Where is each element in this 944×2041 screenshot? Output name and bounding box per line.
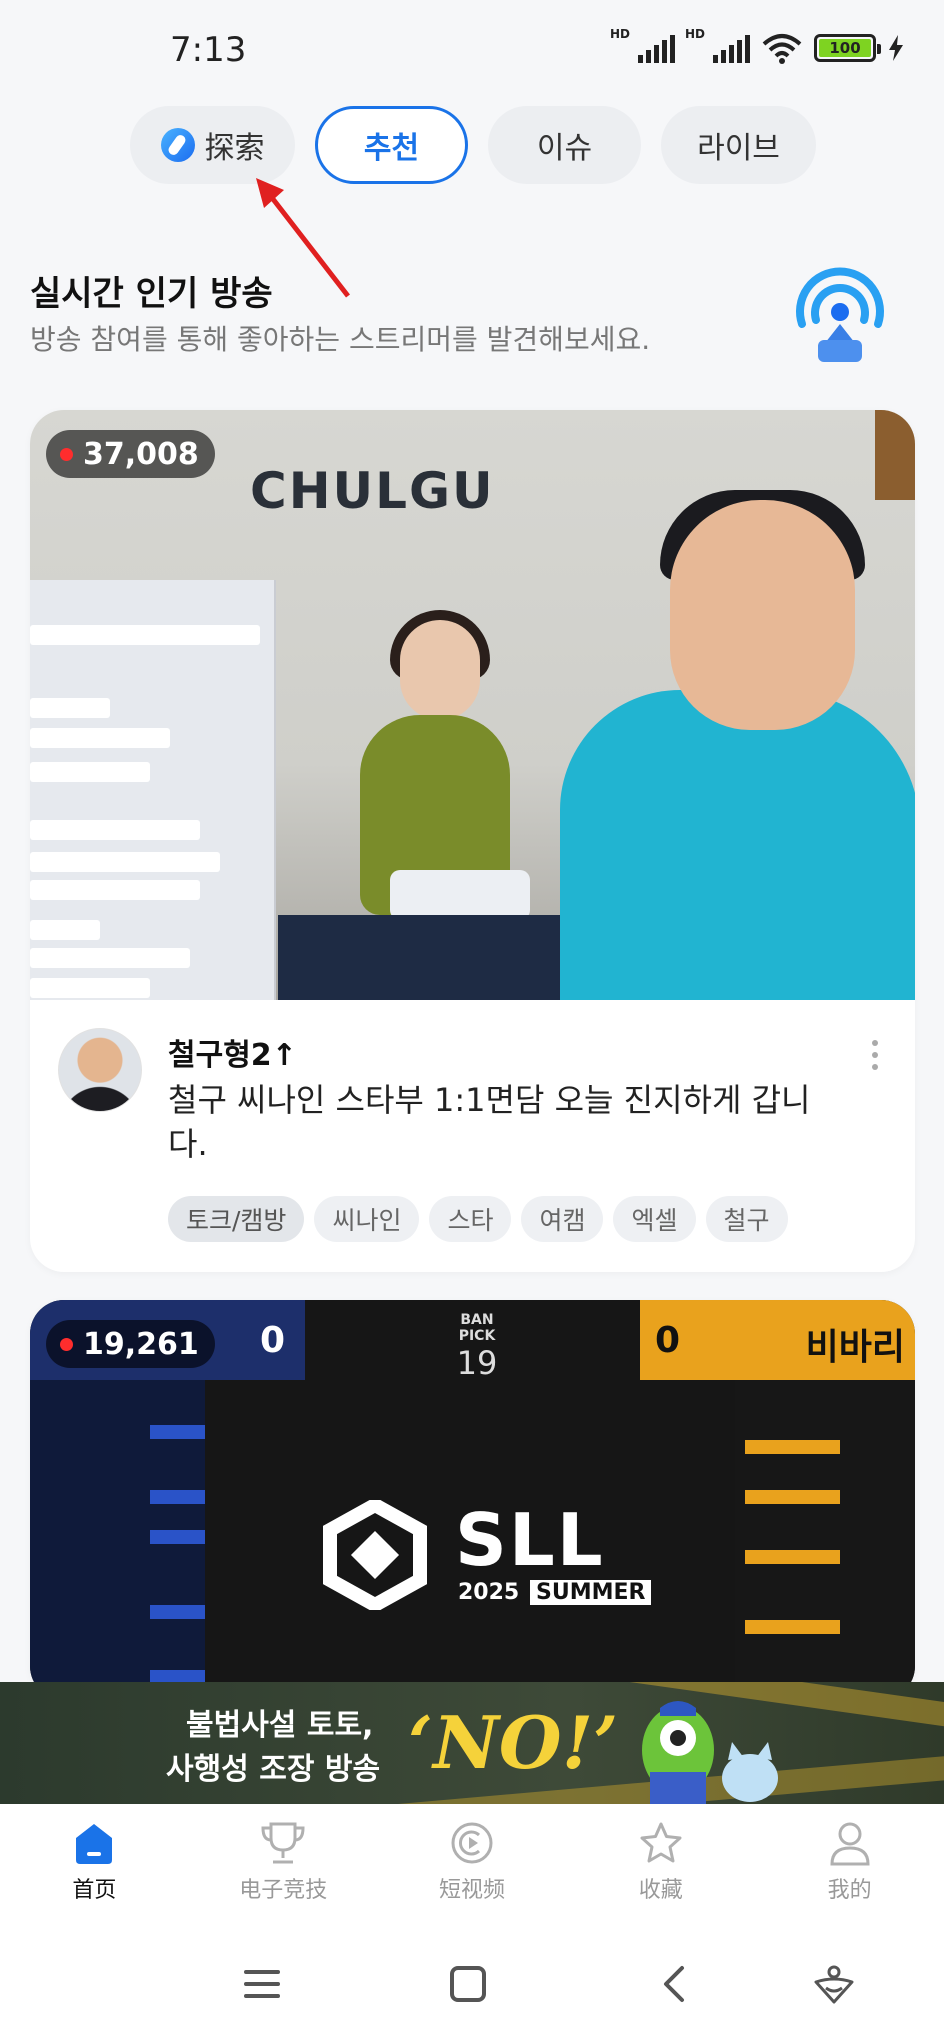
status-time: 7:13: [170, 30, 247, 70]
streamer-name[interactable]: 철구형2↑: [168, 1030, 297, 1074]
tag-chip[interactable]: 여캠: [521, 1196, 604, 1242]
sll-logo-icon: [323, 1500, 427, 1610]
tag-chip[interactable]: 엑셀: [613, 1196, 696, 1242]
stream-info: 철구형2↑ 철구 씨나인 스타부 1:1면담 오늘 진지하게 갑니다. 토크/캠…: [30, 1000, 915, 1272]
ad-slogan: ‘NO!’: [408, 1700, 619, 1785]
profile-icon: [830, 1822, 870, 1866]
top-tabs: 探索 추천 이슈 라이브: [130, 106, 816, 184]
tag-chip[interactable]: 철구: [705, 1196, 788, 1242]
trophy-icon: [261, 1822, 305, 1864]
tab-explore[interactable]: 探索: [130, 106, 295, 184]
tab-live[interactable]: 라이브: [661, 106, 816, 184]
viewer-count-badge: 19,261: [46, 1320, 215, 1368]
back-icon[interactable]: [656, 1964, 696, 2004]
viewer-count: 37,008: [83, 436, 199, 472]
ad-banner[interactable]: 불법사설 토토, 사행성 조장 방송 ‘NO!’: [0, 1682, 944, 1804]
stream-thumbnail[interactable]: CHULGU 37,008: [30, 410, 915, 1000]
stream-thumbnail[interactable]: 0 0 비바리 BAN PICK 19 SLL 2025 SUMMER 19,2…: [30, 1300, 915, 1700]
tag-list: 토크/캠방 씨나인 스타 여캠 엑셀 철구: [168, 1196, 788, 1242]
tab-recommend[interactable]: 추천: [315, 106, 468, 184]
live-dot-icon: [60, 1337, 73, 1351]
scoreboard-right-team: 비바리: [805, 1327, 905, 1368]
nav-short-video[interactable]: 短视频: [378, 1804, 567, 1934]
scoreboard-left-score: 0: [260, 1320, 286, 1361]
tournament-logo-text: SLL: [455, 1498, 605, 1582]
nav-profile[interactable]: 我的: [755, 1804, 944, 1934]
status-icons: HD HD 100: [610, 27, 904, 64]
tournament-season: SUMMER: [530, 1580, 652, 1605]
chat-overlay: [30, 580, 276, 1000]
right-roster-panel: [735, 1380, 915, 1700]
thumbnail-banner-text: CHULGU: [250, 462, 495, 520]
battery-icon: 100: [814, 34, 881, 62]
short-video-icon: [451, 1822, 493, 1864]
stream-card[interactable]: 0 0 비바리 BAN PICK 19 SLL 2025 SUMMER 19,2…: [30, 1300, 915, 1700]
tab-explore-label: 探索: [204, 131, 265, 166]
bottom-nav: 首页 电子竞技 短视频 收藏 我的: [0, 1804, 944, 1934]
tag-chip[interactable]: 토크/캠방: [168, 1196, 305, 1242]
cellular-signal-2-icon: HD: [685, 27, 750, 63]
compass-icon: [160, 128, 195, 162]
tournament-year: 2025: [458, 1580, 520, 1605]
nav-esports[interactable]: 电子竞技: [189, 1804, 378, 1934]
ad-text-line1: 불법사설 토토,: [186, 1708, 374, 1743]
stream-card[interactable]: CHULGU 37,008 철구형2↑ 철구 씨나인 스타부 1:1면담 오늘 …: [30, 410, 915, 1272]
section-title: 실시간 인기 방송: [30, 274, 273, 314]
tag-chip[interactable]: 스타: [429, 1196, 512, 1242]
star-icon: [640, 1822, 682, 1863]
wifi-icon: [762, 34, 802, 64]
live-dot-icon: [60, 447, 73, 461]
charging-icon: [889, 35, 903, 61]
home-icon: [76, 1824, 113, 1864]
ad-text-line2: 사행성 조장 방송: [166, 1752, 381, 1787]
tab-issue[interactable]: 이슈: [488, 106, 641, 184]
system-nav-bar: [0, 1934, 944, 2041]
tag-chip[interactable]: 씨나인: [314, 1196, 420, 1242]
cellular-signal-icon: HD: [610, 27, 675, 63]
assistant-icon[interactable]: [812, 1964, 856, 2004]
scoreboard-right-score: 0: [655, 1320, 681, 1361]
left-roster-panel: [30, 1380, 205, 1700]
live-broadcast-icon: [796, 267, 884, 362]
status-bar: 7:13 HD HD 100: [0, 0, 944, 100]
home-square-icon[interactable]: [448, 1964, 488, 2004]
stream-title[interactable]: 철구 씨나인 스타부 1:1면담 오늘 진지하게 갑니다.: [168, 1078, 848, 1166]
viewer-count-badge: 37,008: [46, 430, 215, 478]
viewer-count: 19,261: [83, 1326, 199, 1362]
ban-pick-counter: BAN PICK 19: [456, 1312, 498, 1382]
avatar[interactable]: [58, 1028, 142, 1112]
section-subtitle: 방송 참여를 통해 좋아하는 스트리머를 발견해보세요.: [30, 323, 651, 356]
more-options-button[interactable]: [865, 1040, 885, 1070]
nav-favorites[interactable]: 收藏: [566, 1804, 755, 1934]
mascot-icon: [642, 1701, 778, 1804]
menu-icon[interactable]: [242, 1964, 282, 2004]
nav-home[interactable]: 首页: [0, 1804, 189, 1934]
